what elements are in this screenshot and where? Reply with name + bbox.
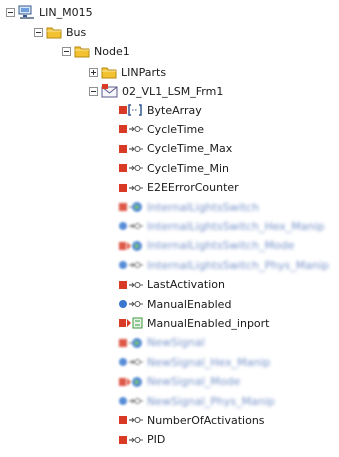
tree-node-linparts[interactable]: LINParts bbox=[89, 63, 166, 81]
signal-label: ManualEnabled_inport bbox=[147, 316, 270, 330]
signal-item[interactable]: CycleTime bbox=[119, 120, 204, 138]
manip-signal-icon bbox=[119, 259, 143, 271]
frame-envelope-icon bbox=[101, 84, 118, 98]
folder-icon bbox=[101, 66, 117, 79]
collapse-toggle[interactable] bbox=[62, 46, 71, 56]
tree-node-node1[interactable]: Node1 bbox=[62, 42, 130, 60]
signal-label: NumberOfActivations bbox=[147, 413, 265, 427]
signal-label: E2EErrorCounter bbox=[147, 181, 239, 195]
signal-item[interactable]: CycleTime_Min bbox=[119, 159, 229, 177]
tree-node-label: Node1 bbox=[94, 44, 130, 58]
signal-label: NewSignal_Phys_Manip bbox=[147, 394, 275, 408]
tree-node-frame[interactable]: 02_VL1_LSM_Frm1 bbox=[89, 82, 223, 100]
signal-label: NewSignal bbox=[147, 336, 205, 350]
input-mode-icon bbox=[119, 240, 143, 252]
manip-signal-icon bbox=[119, 395, 143, 407]
signal-value-icon bbox=[119, 201, 143, 213]
expand-toggle[interactable] bbox=[89, 67, 98, 77]
signal-label: PID bbox=[147, 433, 166, 447]
signal-label: ByteArray bbox=[147, 103, 202, 117]
folder-icon bbox=[74, 45, 90, 58]
tree-node-label: LINParts bbox=[121, 65, 167, 79]
signal-label: NewSignal_Mode bbox=[147, 375, 241, 389]
network-computer-icon bbox=[18, 5, 35, 20]
signal-item[interactable]: NewSignal_Mode bbox=[119, 373, 240, 391]
signal-item[interactable]: LastActivation bbox=[119, 276, 225, 294]
signal-item[interactable]: ManualEnabled_inport bbox=[119, 314, 270, 332]
input-port-icon bbox=[119, 317, 143, 329]
signal-item[interactable]: NewSignal_Phys_Manip bbox=[119, 392, 275, 410]
byte-array-icon bbox=[119, 104, 143, 116]
signal-tree: LIN_M015 Bus Node1 LINParts 02_VL1_LSM_F… bbox=[0, 0, 339, 457]
output-signal-icon bbox=[119, 182, 143, 194]
signal-label: ManualEnabled bbox=[147, 297, 232, 311]
manip-signal-icon bbox=[119, 298, 143, 310]
collapse-toggle[interactable] bbox=[89, 86, 98, 96]
tree-node-label: LIN_M015 bbox=[39, 5, 93, 19]
tree-node-label: 02_VL1_LSM_Frm1 bbox=[122, 84, 224, 98]
signal-item[interactable]: NumberOfActivations bbox=[119, 411, 265, 429]
signal-label: CycleTime_Max bbox=[147, 142, 233, 156]
output-signal-icon bbox=[119, 434, 143, 446]
signal-label: InternalLightsSwitch bbox=[147, 200, 259, 214]
signal-item[interactable]: NewSignal_Hex_Manip bbox=[119, 353, 270, 371]
signal-item[interactable]: InternalLightsSwitch_Hex_Manip bbox=[119, 217, 325, 235]
manip-signal-icon bbox=[119, 356, 143, 368]
signal-label: InternalLightsSwitch_Hex_Manip bbox=[147, 219, 325, 233]
signal-item[interactable]: ByteArray bbox=[119, 101, 202, 119]
signal-item[interactable]: PID bbox=[119, 431, 165, 449]
signal-label: LastActivation bbox=[147, 278, 225, 292]
tree-node-lin-m015[interactable]: LIN_M015 bbox=[6, 3, 93, 21]
output-signal-icon bbox=[119, 162, 143, 174]
signal-value-icon bbox=[119, 337, 143, 349]
signal-item[interactable]: ManualEnabled bbox=[119, 295, 231, 313]
signal-label: InternalLightsSwitch_Phys_Manip bbox=[147, 258, 330, 272]
collapse-toggle[interactable] bbox=[6, 7, 15, 17]
tree-node-label: Bus bbox=[66, 25, 87, 39]
signal-label: CycleTime_Min bbox=[147, 161, 230, 175]
signal-item[interactable]: CycleTime_Max bbox=[119, 140, 232, 158]
signal-label: InternalLightsSwitch_Mode bbox=[147, 239, 295, 253]
tree-node-bus[interactable]: Bus bbox=[34, 23, 86, 41]
folder-icon bbox=[46, 26, 62, 39]
input-mode-icon bbox=[119, 376, 143, 388]
output-signal-icon bbox=[119, 123, 143, 135]
signal-item[interactable]: InternalLightsSwitch_Mode bbox=[119, 237, 294, 255]
signal-label: CycleTime bbox=[147, 122, 204, 136]
signal-item[interactable]: NewSignal bbox=[119, 334, 205, 352]
output-signal-icon bbox=[119, 279, 143, 291]
collapse-toggle[interactable] bbox=[34, 27, 43, 37]
output-signal-icon bbox=[119, 143, 143, 155]
manip-signal-icon bbox=[119, 220, 143, 232]
signal-item[interactable]: E2EErrorCounter bbox=[119, 179, 239, 197]
output-signal-icon bbox=[119, 414, 143, 426]
signal-item[interactable]: InternalLightsSwitch_Phys_Manip bbox=[119, 256, 329, 274]
signal-label: NewSignal_Hex_Manip bbox=[147, 355, 271, 369]
signal-item[interactable]: InternalLightsSwitch bbox=[119, 198, 259, 216]
